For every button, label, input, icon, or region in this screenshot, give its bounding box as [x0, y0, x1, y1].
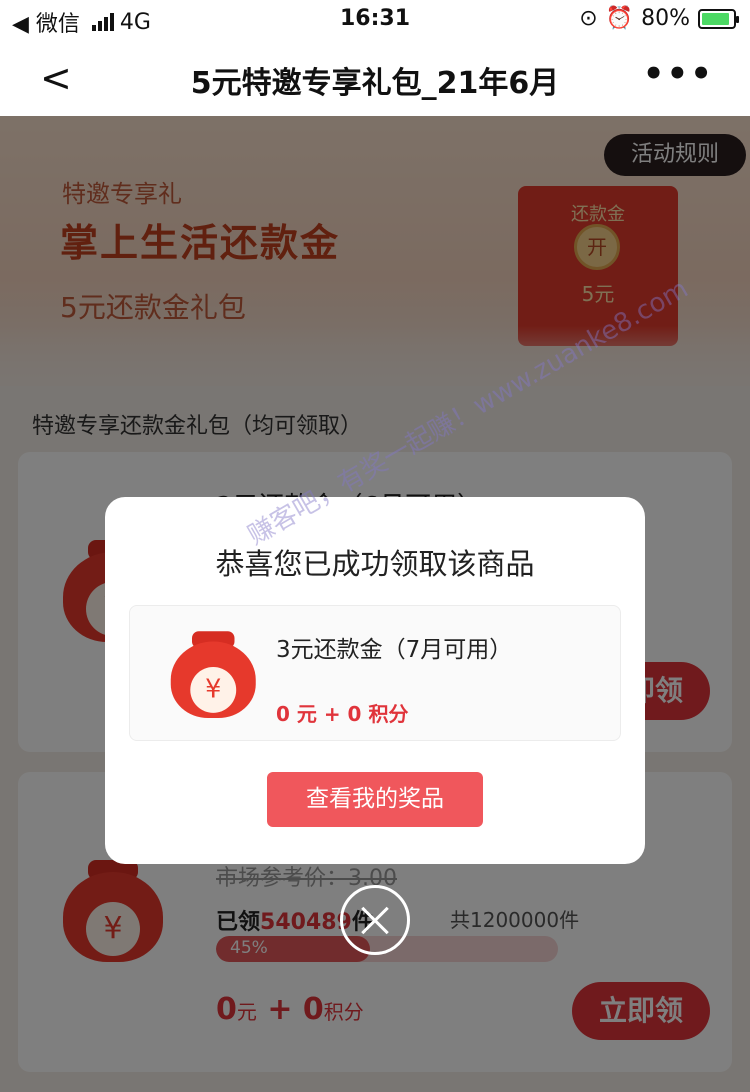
close-icon[interactable]: [340, 885, 410, 955]
prize-card: ¥ 3元还款金（7月可用） 0 元 + 0 积分: [129, 605, 621, 741]
prize-cost: 0 元 + 0 积分: [276, 702, 409, 726]
lock-rotation-icon: ⊙: [579, 6, 598, 31]
modal-title: 恭喜您已成功领取该商品: [215, 547, 535, 581]
prize-name: 3元还款金（7月可用）: [276, 637, 513, 663]
status-right: ⊙ ⏰ 80%: [579, 6, 739, 31]
alarm-icon: ⏰: [605, 6, 634, 31]
status-bar: ◀ 微信 4G 16:31 ⊙ ⏰ 80%: [0, 0, 750, 38]
page-title: 5元特邀专享礼包_21年6月: [190, 66, 560, 101]
money-bag-icon: ¥: [158, 616, 269, 727]
battery-percent: 80%: [641, 6, 690, 31]
nav-bar: < 5元特邀专享礼包_21年6月 •••: [0, 38, 750, 116]
battery-icon: [698, 8, 739, 29]
success-modal: 恭喜您已成功领取该商品 ¥ 3元还款金（7月可用） 0 元 + 0 积分 查看我…: [105, 497, 645, 864]
more-icon[interactable]: •••: [643, 54, 714, 94]
view-prizes-button[interactable]: 查看我的奖品: [267, 772, 483, 827]
